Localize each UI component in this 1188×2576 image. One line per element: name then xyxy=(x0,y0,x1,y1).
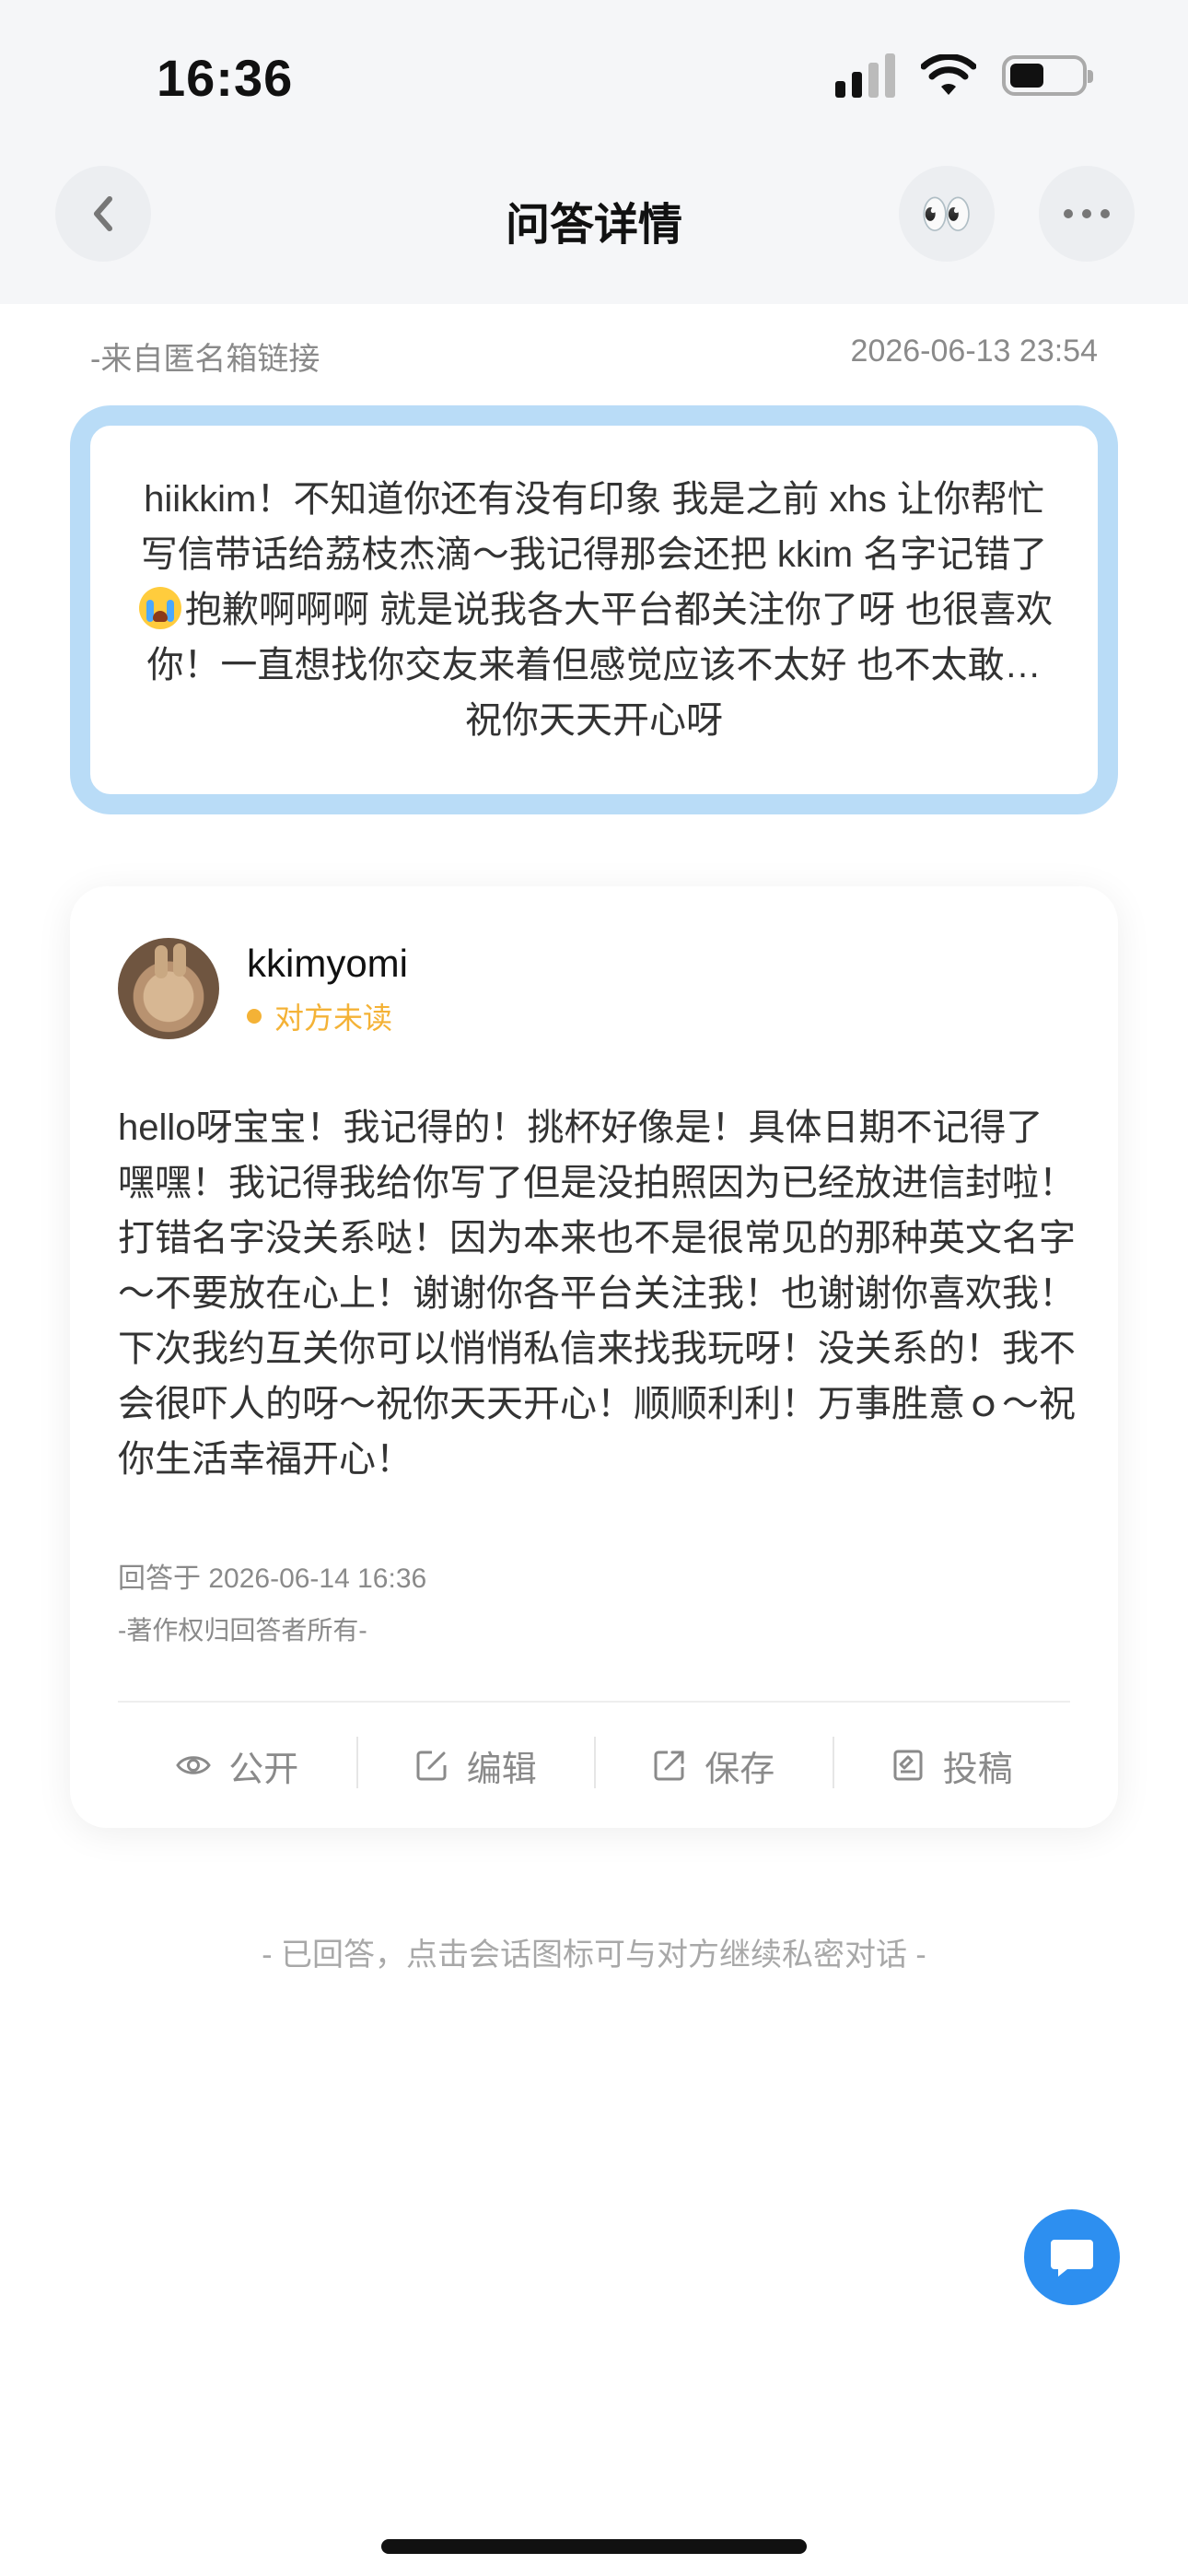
page-title: 问答详情 xyxy=(505,201,682,250)
public-button[interactable]: 公开 xyxy=(118,1740,356,1791)
wifi-icon xyxy=(921,54,976,95)
save-label: 保存 xyxy=(705,1750,775,1789)
submit-icon xyxy=(893,1750,923,1781)
more-button[interactable] xyxy=(1039,166,1135,262)
edit-label: 编辑 xyxy=(466,1750,537,1789)
crying-face-icon xyxy=(138,587,181,629)
question-source: -来自匿名箱链接 xyxy=(90,342,320,377)
answerer-username: kkimyomi xyxy=(247,942,408,985)
read-status: 对方未读 xyxy=(247,995,392,1037)
copyright-note: -著作权归回答者所有- xyxy=(118,1616,367,1645)
submit-label: 投稿 xyxy=(942,1750,1013,1789)
question-text-part2: 抱歉啊啊啊 就是说我各大平台都关注你了呀 也很喜欢你！一直想找你交友来着但感觉应… xyxy=(146,590,1054,741)
navigation-bar: 问答详情 👀 xyxy=(0,166,1188,262)
question-date: 2026-06-13 23:54 xyxy=(850,334,1098,369)
submit-button[interactable]: 投稿 xyxy=(832,1736,1071,1791)
more-dots-icon xyxy=(1064,209,1110,218)
answer-card: kkimyomi 对方未读 hello呀宝宝！我记得的！挑杯好像是！具体日期不记… xyxy=(70,886,1118,1828)
edit-button[interactable]: 编辑 xyxy=(355,1736,595,1791)
public-label: 公开 xyxy=(228,1750,299,1789)
read-status-label: 对方未读 xyxy=(274,1001,393,1035)
eyes-button[interactable]: 👀 xyxy=(899,166,995,262)
edit-icon xyxy=(416,1751,447,1781)
answer-time: 回答于 2026-06-14 16:36 xyxy=(118,1563,427,1594)
status-time: 16:36 xyxy=(157,49,294,107)
home-indicator[interactable] xyxy=(381,2539,807,2554)
chat-button[interactable] xyxy=(1024,2209,1120,2305)
chat-bubble-icon xyxy=(1051,2240,1093,2277)
cellular-signal-icon xyxy=(835,53,895,98)
screen: 16:36 问答详情 👀 -来自匿名箱链接 2026-06-13 23:54 h… xyxy=(0,0,1188,2576)
save-button[interactable]: 保存 xyxy=(594,1736,833,1791)
save-icon xyxy=(654,1751,684,1781)
question-text: hiikkim！不知道你还有没有印象 我是之前 xhs 让你帮忙写信带话给荔枝杰… xyxy=(133,472,1055,748)
eye-icon xyxy=(176,1756,212,1774)
footer-note: - 已回答，点击会话图标可与对方继续私密对话 - xyxy=(262,1938,926,1973)
header-area: 16:36 问答详情 👀 xyxy=(0,0,1188,304)
unread-dot-icon xyxy=(247,1009,262,1024)
status-icons xyxy=(835,53,1093,98)
question-text-part1: hiikkim！不知道你还有没有印象 我是之前 xhs 让你帮忙写信带话给荔枝杰… xyxy=(140,479,1048,575)
battery-icon xyxy=(1002,55,1093,96)
action-bar: 公开 编辑 保存 投稿 xyxy=(118,1703,1070,1828)
question-card: hiikkim！不知道你还有没有印象 我是之前 xhs 让你帮忙写信带话给荔枝杰… xyxy=(70,405,1118,814)
avatar[interactable] xyxy=(118,938,219,1039)
answer-text: hello呀宝宝！我记得的！挑杯好像是！具体日期不记得了嘿嘿！我记得我给你写了但… xyxy=(118,1107,1076,1480)
eyes-icon: 👀 xyxy=(920,189,973,238)
